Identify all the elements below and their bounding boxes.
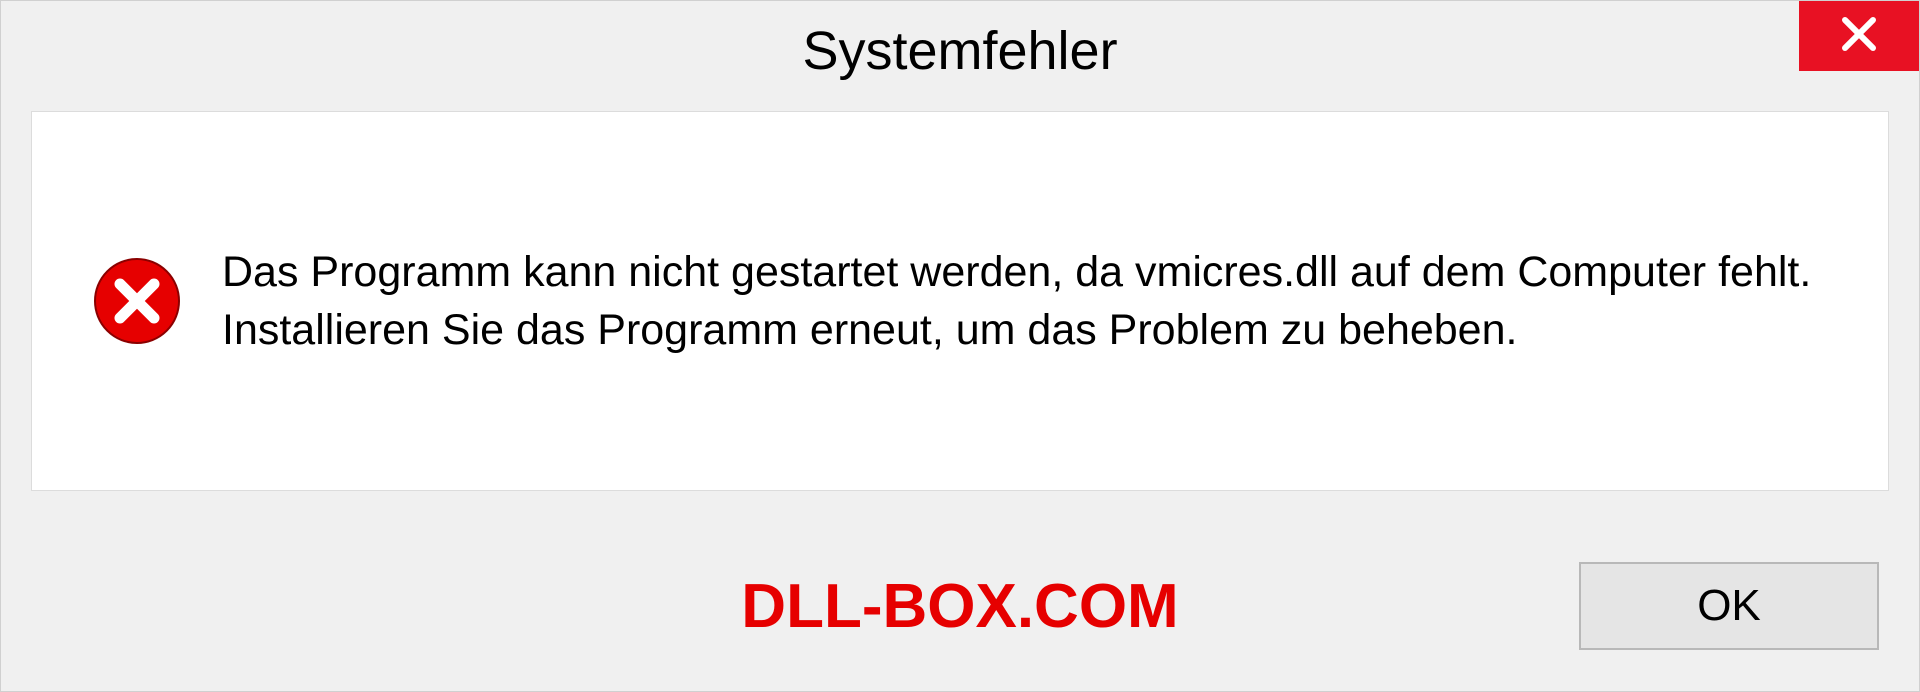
ok-button-label: OK (1697, 581, 1761, 631)
title-bar: Systemfehler (1, 1, 1919, 101)
error-dialog: Systemfehler Das Programm kann nicht ges… (0, 0, 1920, 692)
close-icon (1839, 14, 1879, 59)
error-icon (92, 256, 182, 346)
close-button[interactable] (1799, 1, 1919, 71)
ok-button[interactable]: OK (1579, 562, 1879, 650)
dialog-title: Systemfehler (802, 20, 1117, 82)
bottom-bar: DLL-BOX.COM OK (1, 521, 1919, 691)
content-panel: Das Programm kann nicht gestartet werden… (31, 111, 1889, 491)
watermark-text: DLL-BOX.COM (741, 571, 1178, 642)
error-message: Das Programm kann nicht gestartet werden… (222, 243, 1828, 359)
